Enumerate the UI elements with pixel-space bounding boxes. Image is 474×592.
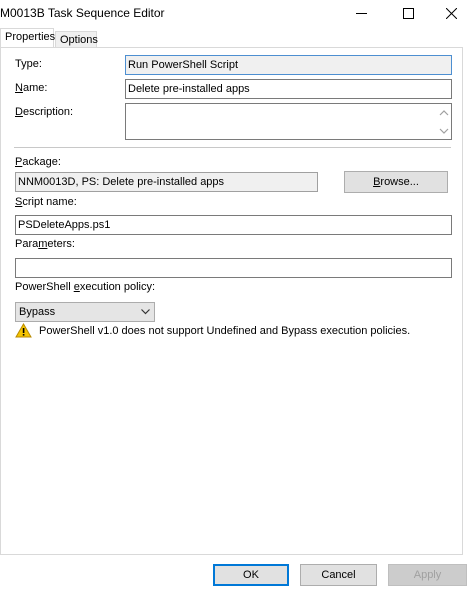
maximize-button[interactable] [386, 0, 430, 28]
name-label: Name: [15, 82, 48, 94]
task-sequence-editor-window: M0013B Task Sequence Editor Properties O… [0, 0, 474, 592]
close-icon [446, 8, 457, 19]
parameters-input[interactable] [15, 258, 452, 278]
minimize-icon [356, 13, 367, 14]
execution-policy-label: PowerShell execution policy: [15, 281, 156, 293]
parameters-label: Parameters: [15, 238, 75, 250]
name-input[interactable]: Delete pre-installed apps [125, 79, 452, 99]
window-title: M0013B Task Sequence Editor [0, 6, 165, 20]
package-label: Package: [15, 156, 61, 168]
scroll-up-icon[interactable] [439, 109, 449, 117]
chevron-down-icon [141, 309, 150, 315]
minimize-button[interactable] [340, 0, 384, 28]
execution-policy-value: Bypass [19, 306, 56, 318]
properties-panel: Type: Run PowerShell Script Name: Delete… [0, 47, 463, 555]
script-name-input[interactable]: PSDeleteApps.ps1 [15, 215, 452, 235]
warning-icon [15, 323, 32, 338]
scroll-down-icon[interactable] [439, 127, 449, 135]
tab-options[interactable]: Options [55, 31, 98, 47]
execution-policy-select[interactable]: Bypass [15, 302, 155, 322]
cancel-button[interactable]: Cancel [300, 564, 377, 586]
description-label: Description: [15, 106, 74, 118]
package-field: NNM0013D, PS: Delete pre-installed apps [15, 172, 318, 192]
section-divider [14, 147, 451, 148]
tab-strip: Properties Options [0, 28, 474, 47]
script-name-label: Script name: [15, 196, 77, 208]
type-field: Run PowerShell Script [125, 55, 452, 75]
maximize-icon [403, 8, 414, 19]
title-bar: M0013B Task Sequence Editor [0, 0, 474, 28]
tab-properties[interactable]: Properties [0, 28, 55, 47]
dialog-footer: OK Cancel Apply [0, 558, 474, 592]
warning-message: PowerShell v1.0 does not support Undefin… [39, 325, 411, 337]
apply-button[interactable]: Apply [388, 564, 467, 586]
description-textarea[interactable] [125, 103, 452, 140]
type-label: Type: [15, 58, 42, 70]
close-button[interactable] [430, 0, 474, 28]
browse-button[interactable]: Browse... [344, 171, 448, 193]
ok-button[interactable]: OK [213, 564, 289, 586]
